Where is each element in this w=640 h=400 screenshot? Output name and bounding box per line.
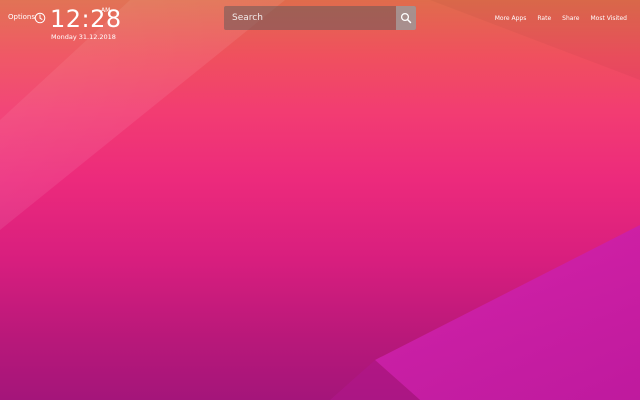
search-button[interactable] <box>396 6 416 30</box>
search-input[interactable] <box>224 6 396 30</box>
clock-ampm: AM <box>101 7 111 14</box>
most-visited-link[interactable]: Most Visited <box>590 15 627 23</box>
options-link[interactable]: Options <box>8 13 35 21</box>
share-link[interactable]: Share <box>562 15 579 23</box>
clock-date: Monday 31.12.2018 <box>51 33 116 41</box>
wallpaper-shapes <box>0 0 640 400</box>
wallpaper-background <box>0 0 640 400</box>
more-apps-link[interactable]: More Apps <box>495 15 527 23</box>
top-nav: More Apps Rate Share Most Visited <box>495 15 627 23</box>
clock-icon[interactable] <box>34 9 46 24</box>
search-bar <box>224 6 416 30</box>
search-icon <box>400 12 412 24</box>
rate-link[interactable]: Rate <box>537 15 551 23</box>
clock-time: 12:28 <box>50 5 122 33</box>
